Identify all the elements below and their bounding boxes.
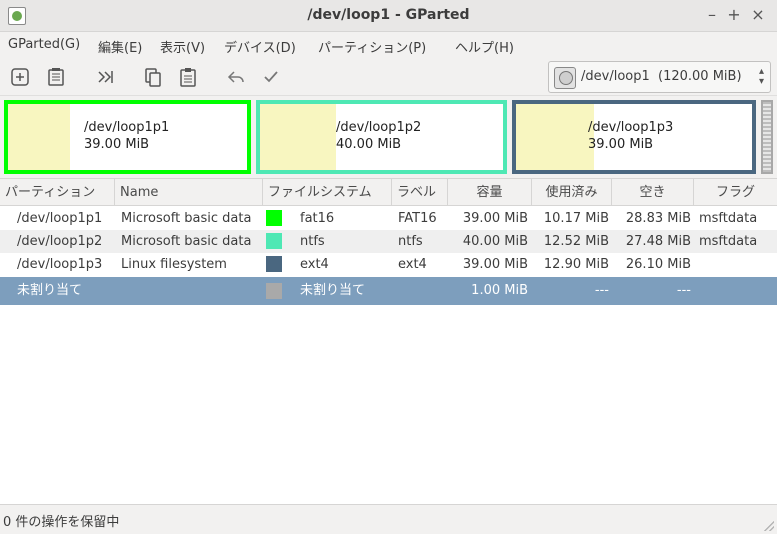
diskmap-partition-size: 39.00 MiB <box>588 137 654 152</box>
harddisk-icon <box>554 67 576 89</box>
cell-flags: msftdata <box>699 234 758 249</box>
cell-used: 10.17 MiB <box>543 211 609 226</box>
table-row[interactable]: /dev/loop1p2 Microsoft basic data ntfs n… <box>0 230 777 253</box>
apply-icon[interactable] <box>259 65 283 89</box>
cell-label: ntfs <box>398 234 423 249</box>
table-row-selected[interactable]: 未割り当て 未割り当て 1.00 MiB --- --- <box>0 277 777 305</box>
cell-free: --- <box>676 283 691 298</box>
col-partition[interactable]: パーティション <box>0 179 115 206</box>
fs-color-swatch <box>266 210 282 226</box>
cell-size: 39.00 MiB <box>462 257 528 272</box>
cell-partition: 未割り当て <box>17 283 83 298</box>
cell-label: ext4 <box>398 257 427 272</box>
toolbar: /dev/loop1 (120.00 MiB) ▴ ▾ <box>0 58 777 96</box>
cell-partition: /dev/loop1p2 <box>17 234 103 249</box>
resize-icon[interactable] <box>93 65 117 89</box>
diskmap-unallocated[interactable] <box>761 100 773 174</box>
cell-free: 28.83 MiB <box>625 211 691 226</box>
copy-icon[interactable] <box>141 65 165 89</box>
diskmap-partition-loop1p1[interactable]: /dev/loop1p1 39.00 MiB <box>4 100 251 174</box>
menu-edit[interactable]: 編集(E) <box>98 37 142 56</box>
menu-gparted[interactable]: GParted(G) <box>8 37 80 52</box>
cell-partition: /dev/loop1p3 <box>17 257 103 272</box>
minimize-button[interactable]: – <box>702 5 722 25</box>
cell-used: 12.90 MiB <box>543 257 609 272</box>
col-filesystem[interactable]: ファイルシステム <box>263 179 392 206</box>
cell-name: Linux filesystem <box>121 257 227 272</box>
diskmap-partition-loop1p3[interactable]: /dev/loop1p3 39.00 MiB <box>512 100 756 174</box>
menu-view[interactable]: 表示(V) <box>160 37 205 56</box>
cell-used: 12.52 MiB <box>543 234 609 249</box>
device-selector[interactable]: /dev/loop1 (120.00 MiB) ▴ ▾ <box>548 61 771 93</box>
maximize-button[interactable]: + <box>724 5 744 25</box>
used-space-bar <box>260 104 337 170</box>
pending-operations-status: 0 件の操作を保留中 <box>3 515 120 530</box>
menu-bar: GParted(G) 編集(E) 表示(V) デバイス(D) パーティション(P… <box>0 32 777 58</box>
col-label[interactable]: ラベル <box>392 179 448 206</box>
cell-size: 39.00 MiB <box>462 211 528 226</box>
cell-name: Microsoft basic data <box>121 234 252 249</box>
diskmap-partition-size: 39.00 MiB <box>84 137 150 152</box>
menu-help[interactable]: ヘルプ(H) <box>455 37 514 56</box>
diskmap-partition-loop1p2[interactable]: /dev/loop1p2 40.00 MiB <box>256 100 507 174</box>
cell-partition: /dev/loop1p1 <box>17 211 103 226</box>
cell-filesystem: ext4 <box>300 257 329 272</box>
col-used[interactable]: 使用済み <box>532 179 612 206</box>
window-title: /dev/loop1 - GParted <box>307 7 470 23</box>
new-icon[interactable] <box>8 65 32 89</box>
menu-partition[interactable]: パーティション(P) <box>318 37 426 56</box>
undo-icon[interactable] <box>224 65 248 89</box>
cell-label: FAT16 <box>398 211 437 226</box>
disk-map: /dev/loop1p1 39.00 MiB /dev/loop1p2 40.0… <box>4 100 773 174</box>
fs-color-swatch <box>266 233 282 249</box>
diskmap-partition-name: /dev/loop1p2 <box>336 120 422 135</box>
cell-size: 1.00 MiB <box>471 283 528 298</box>
cell-size: 40.00 MiB <box>462 234 528 249</box>
used-space-bar <box>8 104 71 170</box>
cell-filesystem: 未割り当て <box>300 283 366 298</box>
paste-icon[interactable] <box>176 65 200 89</box>
cell-flags: msftdata <box>699 211 758 226</box>
menu-device[interactable]: デバイス(D) <box>224 37 296 56</box>
close-button[interactable]: × <box>748 5 768 25</box>
cell-filesystem: fat16 <box>300 211 335 226</box>
cell-name: Microsoft basic data <box>121 211 252 226</box>
fs-color-swatch <box>266 283 282 299</box>
diskmap-partition-name: /dev/loop1p3 <box>588 120 674 135</box>
cell-free: 27.48 MiB <box>625 234 691 249</box>
col-free[interactable]: 空き <box>612 179 694 206</box>
col-size[interactable]: 容量 <box>448 179 532 206</box>
status-bar: 0 件の操作を保留中 <box>0 504 777 534</box>
delete-icon[interactable] <box>44 65 68 89</box>
col-name[interactable]: Name <box>115 179 263 206</box>
cell-filesystem: ntfs <box>300 234 325 249</box>
table-row[interactable]: /dev/loop1p1 Microsoft basic data fat16 … <box>0 207 777 230</box>
used-space-bar <box>516 104 595 170</box>
cell-used: --- <box>594 283 609 298</box>
partition-table: パーティション Name ファイルシステム ラベル 容量 使用済み 空き フラグ… <box>0 178 777 504</box>
fs-color-swatch <box>266 256 282 272</box>
table-row[interactable]: /dev/loop1p3 Linux filesystem ext4 ext4 … <box>0 253 777 276</box>
diskmap-partition-size: 40.00 MiB <box>336 137 402 152</box>
col-flags[interactable]: フラグ <box>694 179 777 206</box>
title-bar: /dev/loop1 - GParted – + × <box>0 0 777 32</box>
device-selector-label: /dev/loop1 (120.00 MiB) <box>581 69 742 84</box>
cell-free: 26.10 MiB <box>625 257 691 272</box>
resize-grip-icon[interactable] <box>764 521 774 531</box>
combo-arrows-icon: ▴ ▾ <box>758 66 764 87</box>
table-header: パーティション Name ファイルシステム ラベル 容量 使用済み 空き フラグ <box>0 179 777 206</box>
diskmap-partition-name: /dev/loop1p1 <box>84 120 170 135</box>
